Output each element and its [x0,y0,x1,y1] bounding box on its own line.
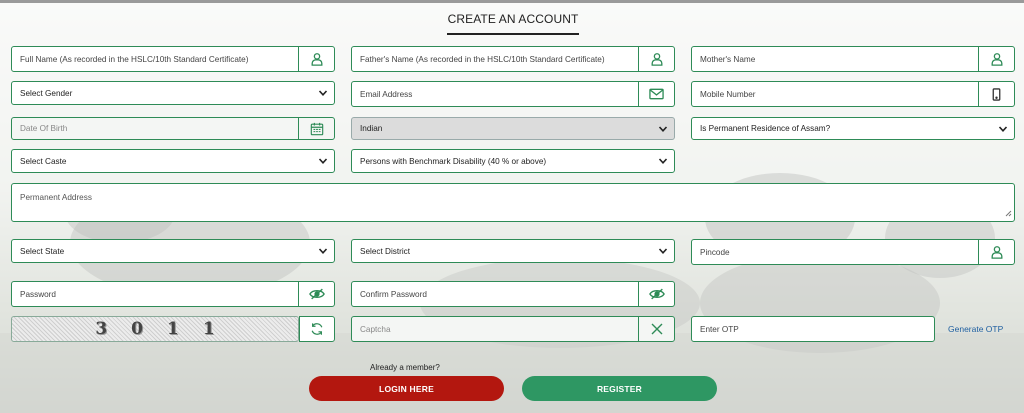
captcha-input[interactable]: Captcha [351,316,675,342]
mother-name-placeholder: Mother's Name [700,54,756,64]
disability-select[interactable]: Persons with Benchmark Disability (40 % … [351,149,675,173]
password-field[interactable]: Password [11,281,335,307]
dob-field[interactable]: Date Of Birth [11,117,335,140]
caste-value: Select Caste [20,156,67,166]
gender-value: Select Gender [20,88,73,98]
eye-slash-icon[interactable] [298,282,334,306]
x-icon [638,317,674,341]
user-icon [978,47,1014,71]
chevron-down-icon [312,88,334,98]
captcha-placeholder: Captcha [360,324,391,334]
state-select[interactable]: Select State [11,239,335,263]
envelope-icon [638,82,674,106]
user-icon [298,47,334,71]
chevron-down-icon [312,246,334,256]
father-name-placeholder: Father's Name (As recorded in the HSLC/1… [360,54,605,64]
refresh-icon[interactable] [299,316,335,342]
login-button[interactable]: LOGIN HERE [309,376,504,401]
permanent-address-textarea[interactable]: Permanent Address [11,183,1015,222]
mobile-phone-icon [978,82,1014,106]
calendar-icon[interactable] [298,118,334,139]
full-name-field[interactable]: Full Name (As recorded in the HSLC/10th … [11,46,335,72]
eye-slash-icon[interactable] [638,282,674,306]
already-member-text: Already a member? [370,363,440,372]
title-underline [447,33,579,35]
chevron-down-icon [992,124,1014,134]
confirm-password-placeholder: Confirm Password [360,289,427,299]
user-icon [978,240,1014,264]
generate-otp-link[interactable]: Generate OTP [948,324,1003,334]
pincode-field[interactable]: Pincode [691,239,1015,265]
page-title: CREATE AN ACCOUNT [447,12,579,26]
chevron-down-icon [312,156,334,166]
nationality-value: Indian [360,124,383,133]
gender-select[interactable]: Select Gender [11,81,335,105]
chevron-down-icon [652,124,674,134]
resize-grip-icon[interactable] [1005,209,1012,219]
full-name-placeholder: Full Name (As recorded in the HSLC/10th … [20,54,249,64]
state-value: Select State [20,246,65,256]
otp-placeholder: Enter OTP [700,324,739,334]
residence-value: Is Permanent Residence of Assam? [700,124,831,133]
otp-field[interactable]: Enter OTP [691,316,935,342]
disability-value: Persons with Benchmark Disability (40 % … [360,156,547,166]
mobile-placeholder: Mobile Number [700,89,756,99]
user-icon [638,47,674,71]
email-placeholder: Email Address [360,89,413,99]
confirm-password-field[interactable]: Confirm Password [351,281,675,307]
address-placeholder: Permanent Address [20,193,92,202]
email-field[interactable]: Email Address [351,81,675,107]
captcha-image: 3011 [11,316,299,342]
district-select[interactable]: Select District [351,239,675,263]
dob-placeholder: Date Of Birth [20,124,68,133]
chevron-down-icon [652,246,674,256]
district-value: Select District [360,246,411,256]
captcha-code: 3011 [95,319,239,339]
pincode-placeholder: Pincode [700,247,730,257]
mobile-field[interactable]: Mobile Number [691,81,1015,107]
nationality-select[interactable]: Indian [351,117,675,140]
chevron-down-icon [652,156,674,166]
mother-name-field[interactable]: Mother's Name [691,46,1015,72]
register-button[interactable]: REGISTER [522,376,717,401]
residence-select[interactable]: Is Permanent Residence of Assam? [691,117,1015,140]
father-name-field[interactable]: Father's Name (As recorded in the HSLC/1… [351,46,675,72]
caste-select[interactable]: Select Caste [11,149,335,173]
password-placeholder: Password [20,289,56,299]
